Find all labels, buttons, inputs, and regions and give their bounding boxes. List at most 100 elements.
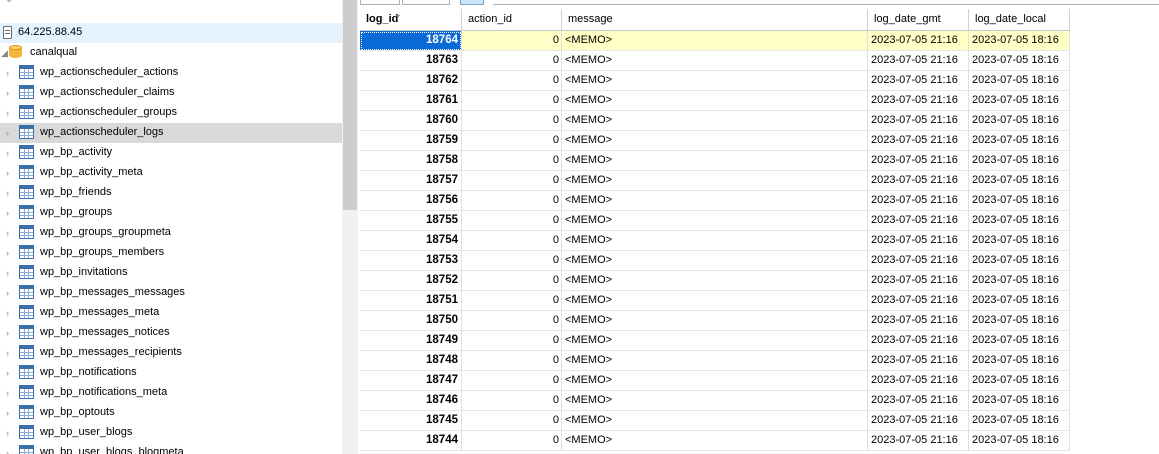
cell-log-date-gmt[interactable]: 2023-07-05 21:16 [868,71,969,91]
cell-message[interactable]: <MEMO> [562,131,868,151]
chevron-right-icon[interactable]: › [6,428,14,438]
cell-log-date-local[interactable]: 2023-07-05 18:16 [969,331,1070,351]
cell-message[interactable]: <MEMO> [562,411,868,431]
cell-log-date-gmt[interactable]: 2023-07-05 21:16 [868,271,969,291]
tree-node-table[interactable]: › wp_bp_groups [0,203,342,223]
chevron-right-icon[interactable]: › [6,148,14,158]
chevron-right-icon[interactable]: › [6,288,14,298]
cell-action-id[interactable]: 0 [462,191,562,211]
cell-message[interactable]: <MEMO> [562,371,868,391]
tree-node-table[interactable]: › wp_bp_optouts [0,403,342,423]
cell-message[interactable]: <MEMO> [562,231,868,251]
cell-log-date-gmt[interactable]: 2023-07-05 21:16 [868,131,969,151]
tree-node-table[interactable]: › wp_bp_messages_notices [0,323,342,343]
table-row[interactable]: 18758 0 <MEMO> 2023-07-05 21:16 2023-07-05 1… [360,151,1070,171]
chevron-right-icon[interactable]: › [6,348,14,358]
tree-node-table[interactable]: › wp_bp_messages_recipients [0,343,342,363]
tree-node-table[interactable]: › wp_bp_invitations [0,263,342,283]
collapse-chevron-icon[interactable]: ⌄ [5,0,13,5]
column-header-action-id[interactable]: action_id [462,9,562,30]
chevron-right-icon[interactable]: › [6,308,14,318]
cell-action-id[interactable]: 0 [462,331,562,351]
table-row[interactable]: 18748 0 <MEMO> 2023-07-05 21:16 2023-07-05 1… [360,351,1070,371]
cell-log-date-local[interactable]: 2023-07-05 18:16 [969,71,1070,91]
tree-node-table[interactable]: › wp_bp_activity_meta [0,163,342,183]
table-row[interactable]: 18759 0 <MEMO> 2023-07-05 21:16 2023-07-05 1… [360,131,1070,151]
cell-log-id[interactable]: 18760 [360,111,462,131]
cell-message[interactable]: <MEMO> [562,111,868,131]
chevron-right-icon[interactable]: › [6,168,14,178]
cell-log-date-gmt[interactable]: 2023-07-05 21:16 [868,351,969,371]
cell-message[interactable]: <MEMO> [562,331,868,351]
column-header-log-date-gmt[interactable]: log_date_gmt [868,9,969,30]
tree-node-table[interactable]: › wp_bp_notifications_meta [0,383,342,403]
cell-log-date-gmt[interactable]: 2023-07-05 21:16 [868,331,969,351]
cell-log-date-local[interactable]: 2023-07-05 18:16 [969,351,1070,371]
table-row[interactable]: 18762 0 <MEMO> 2023-07-05 21:16 2023-07-05 1… [360,71,1070,91]
cell-action-id[interactable]: 0 [462,311,562,331]
cell-log-id[interactable]: 18750 [360,311,462,331]
tree-node-table[interactable]: › wp_bp_groups_members [0,243,342,263]
cell-message[interactable]: <MEMO> [562,391,868,411]
cell-log-date-local[interactable]: 2023-07-05 18:16 [969,91,1070,111]
cell-log-date-local[interactable]: 2023-07-05 18:16 [969,171,1070,191]
cell-action-id[interactable]: 0 [462,271,562,291]
table-row[interactable]: 18745 0 <MEMO> 2023-07-05 21:16 2023-07-05 1… [360,411,1070,431]
chevron-right-icon[interactable]: › [6,388,14,398]
tree-node-table[interactable]: › wp_bp_groups_groupmeta [0,223,342,243]
cell-log-id[interactable]: 18761 [360,91,462,111]
table-row[interactable]: 18752 0 <MEMO> 2023-07-05 21:16 2023-07-05 1… [360,271,1070,291]
tree-node-table[interactable]: › wp_bp_messages_meta [0,303,342,323]
cell-log-id[interactable]: 18759 [360,131,462,151]
cell-action-id[interactable]: 0 [462,391,562,411]
table-row[interactable]: 18761 0 <MEMO> 2023-07-05 21:16 2023-07-05 1… [360,91,1070,111]
cell-log-date-gmt[interactable]: 2023-07-05 21:16 [868,411,969,431]
cell-message[interactable]: <MEMO> [562,191,868,211]
cell-action-id[interactable]: 0 [462,31,562,51]
chevron-right-icon[interactable]: › [6,128,14,138]
chevron-right-icon[interactable]: › [6,448,14,454]
cell-log-date-gmt[interactable]: 2023-07-05 21:16 [868,31,969,51]
table-row[interactable]: 18749 0 <MEMO> 2023-07-05 21:16 2023-07-05 1… [360,331,1070,351]
cell-log-date-local[interactable]: 2023-07-05 18:16 [969,231,1070,251]
chevron-right-icon[interactable]: › [6,188,14,198]
tree-node-table[interactable]: › wp_bp_activity [0,143,342,163]
cell-action-id[interactable]: 0 [462,291,562,311]
cell-log-date-gmt[interactable]: 2023-07-05 21:16 [868,251,969,271]
cell-log-date-local[interactable]: 2023-07-05 18:16 [969,131,1070,151]
cell-message[interactable]: <MEMO> [562,351,868,371]
table-row[interactable]: 18746 0 <MEMO> 2023-07-05 21:16 2023-07-05 1… [360,391,1070,411]
chevron-right-icon[interactable]: › [6,108,14,118]
tree-node-table[interactable]: › wp_bp_messages_messages [0,283,342,303]
cell-message[interactable]: <MEMO> [562,51,868,71]
cell-log-id[interactable]: 18756 [360,191,462,211]
cell-log-date-local[interactable]: 2023-07-05 18:16 [969,431,1070,451]
cell-log-date-gmt[interactable]: 2023-07-05 21:16 [868,211,969,231]
tree-node-database[interactable]: ◢ canalqual [0,43,342,63]
cell-log-date-local[interactable]: 2023-07-05 18:16 [969,311,1070,331]
table-row[interactable]: 18757 0 <MEMO> 2023-07-05 21:16 2023-07-05 1… [360,171,1070,191]
cell-action-id[interactable]: 0 [462,351,562,371]
chevron-right-icon[interactable]: › [6,368,14,378]
cell-action-id[interactable]: 0 [462,91,562,111]
table-row[interactable]: 18750 0 <MEMO> 2023-07-05 21:16 2023-07-05 1… [360,311,1070,331]
tree-node-table[interactable]: › wp_actionscheduler_actions [0,63,342,83]
table-row[interactable]: 18751 0 <MEMO> 2023-07-05 21:16 2023-07-05 1… [360,291,1070,311]
cell-log-date-local[interactable]: 2023-07-05 18:16 [969,211,1070,231]
cell-log-date-gmt[interactable]: 2023-07-05 21:16 [868,191,969,211]
cell-action-id[interactable]: 0 [462,371,562,391]
chevron-right-icon[interactable]: › [6,408,14,418]
cell-log-id[interactable]: 18762 [360,71,462,91]
chevron-right-icon[interactable]: › [6,68,14,78]
tree-node-table[interactable]: › wp_bp_notifications [0,363,342,383]
star-icon[interactable] [460,0,484,5]
cell-action-id[interactable]: 0 [462,171,562,191]
cell-log-date-local[interactable]: 2023-07-05 18:16 [969,391,1070,411]
collapse-arrow-icon[interactable]: ◢ [1,48,9,58]
cell-log-id[interactable]: 18751 [360,291,462,311]
cell-log-date-local[interactable]: 2023-07-05 18:16 [969,271,1070,291]
table-row[interactable]: 18753 0 <MEMO> 2023-07-05 21:16 2023-07-05 1… [360,251,1070,271]
cell-log-id[interactable]: 18744 [360,431,462,451]
cell-log-date-local[interactable]: 2023-07-05 18:16 [969,191,1070,211]
cell-message[interactable]: <MEMO> [562,251,868,271]
